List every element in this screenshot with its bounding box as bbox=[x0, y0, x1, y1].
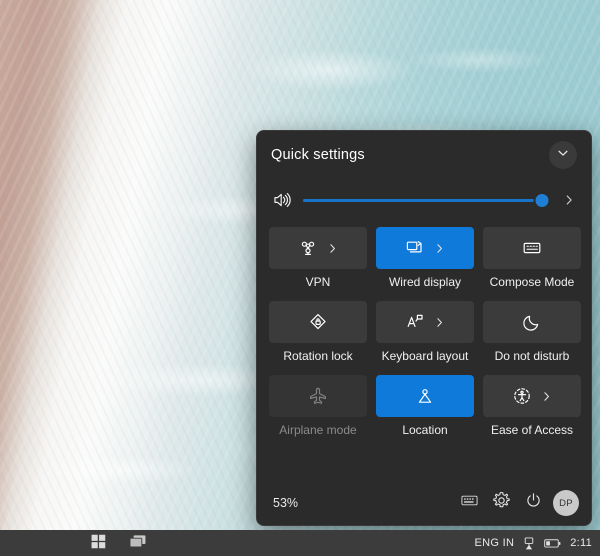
settings-button[interactable] bbox=[485, 487, 517, 519]
power-icon bbox=[525, 492, 542, 514]
tile-cell-keyboard-layout: Keyboard layout bbox=[376, 301, 474, 375]
tile-location[interactable] bbox=[376, 375, 474, 417]
chevron-right-icon[interactable] bbox=[539, 390, 553, 403]
volume-expand-button[interactable] bbox=[559, 193, 579, 207]
avatar[interactable]: DP bbox=[553, 490, 579, 516]
tile-cell-ease-of-access: Ease of Access bbox=[483, 375, 581, 449]
chevron-right-icon[interactable] bbox=[432, 242, 446, 255]
tile-cell-airplane-mode: Airplane mode bbox=[269, 375, 367, 449]
start-button[interactable] bbox=[88, 533, 108, 553]
volume-row bbox=[257, 179, 591, 223]
tile-cell-vpn: VPN bbox=[269, 227, 367, 301]
tile-label: Airplane mode bbox=[269, 417, 367, 449]
taskbar-left-group bbox=[0, 533, 148, 553]
tile-label: Do not disturb bbox=[483, 343, 581, 375]
compose-mode-icon bbox=[521, 237, 543, 259]
network-icon[interactable] bbox=[523, 537, 535, 550]
slider-fill bbox=[303, 199, 542, 202]
power-button[interactable] bbox=[517, 487, 549, 519]
tile-wired-display[interactable] bbox=[376, 227, 474, 269]
tile-label: Rotation lock bbox=[269, 343, 367, 375]
quick-settings-panel: Quick settings bbox=[256, 130, 592, 526]
chevron-right-icon[interactable] bbox=[325, 242, 339, 255]
taskbar: ENG IN 2:11 bbox=[0, 530, 600, 556]
tile-airplane-mode bbox=[269, 375, 367, 417]
tile-label: VPN bbox=[269, 269, 367, 301]
airplane-icon bbox=[307, 385, 329, 407]
task-view-icon bbox=[128, 534, 148, 552]
quick-settings-tiles: VPN Wired display Compose Mode Rotation loc… bbox=[257, 223, 591, 449]
taskbar-system-tray: ENG IN 2:11 bbox=[475, 537, 600, 550]
location-icon bbox=[414, 385, 436, 407]
tile-vpn[interactable] bbox=[269, 227, 367, 269]
tile-cell-location: Location bbox=[376, 375, 474, 449]
tile-rotation-lock[interactable] bbox=[269, 301, 367, 343]
chevron-right-icon[interactable] bbox=[432, 316, 446, 329]
battery-percent: 53% bbox=[273, 496, 298, 510]
speaker-volume-icon[interactable] bbox=[271, 189, 293, 211]
gear-icon bbox=[492, 491, 511, 515]
panel-title: Quick settings bbox=[271, 147, 365, 163]
battery-icon[interactable] bbox=[544, 538, 561, 549]
clock[interactable]: 2:11 bbox=[570, 537, 592, 549]
avatar-initials: DP bbox=[559, 498, 573, 509]
moon-icon bbox=[521, 311, 543, 333]
rotation-lock-icon bbox=[307, 311, 329, 333]
quick-settings-footer: 53% bbox=[257, 481, 591, 525]
keyboard-layout-icon bbox=[404, 311, 426, 333]
task-view-button[interactable] bbox=[128, 533, 148, 553]
on-screen-keyboard-icon bbox=[461, 494, 478, 512]
tile-label: Location bbox=[376, 417, 474, 449]
slider-thumb[interactable] bbox=[535, 194, 548, 207]
volume-slider[interactable] bbox=[303, 191, 549, 209]
tile-label: Keyboard layout bbox=[376, 343, 474, 375]
windows-start-icon bbox=[91, 534, 106, 552]
quick-settings-header: Quick settings bbox=[257, 131, 591, 179]
on-screen-keyboard-button[interactable] bbox=[453, 487, 485, 519]
chevron-down-icon bbox=[556, 146, 570, 165]
tile-cell-wired-display: Wired display bbox=[376, 227, 474, 301]
vpn-icon bbox=[297, 237, 319, 259]
tile-cell-compose-mode: Compose Mode bbox=[483, 227, 581, 301]
language-indicator[interactable]: ENG IN bbox=[475, 537, 515, 549]
tile-keyboard-layout[interactable] bbox=[376, 301, 474, 343]
tile-ease-of-access[interactable] bbox=[483, 375, 581, 417]
tile-do-not-disturb[interactable] bbox=[483, 301, 581, 343]
tile-label: Compose Mode bbox=[483, 269, 581, 301]
tile-label: Ease of Access bbox=[483, 417, 581, 449]
collapse-button[interactable] bbox=[549, 141, 577, 169]
tile-cell-do-not-disturb: Do not disturb bbox=[483, 301, 581, 375]
tile-cell-rotation-lock: Rotation lock bbox=[269, 301, 367, 375]
tile-label: Wired display bbox=[376, 269, 474, 301]
ease-of-access-icon bbox=[511, 385, 533, 407]
wired-display-icon bbox=[404, 237, 426, 259]
tile-compose-mode[interactable] bbox=[483, 227, 581, 269]
